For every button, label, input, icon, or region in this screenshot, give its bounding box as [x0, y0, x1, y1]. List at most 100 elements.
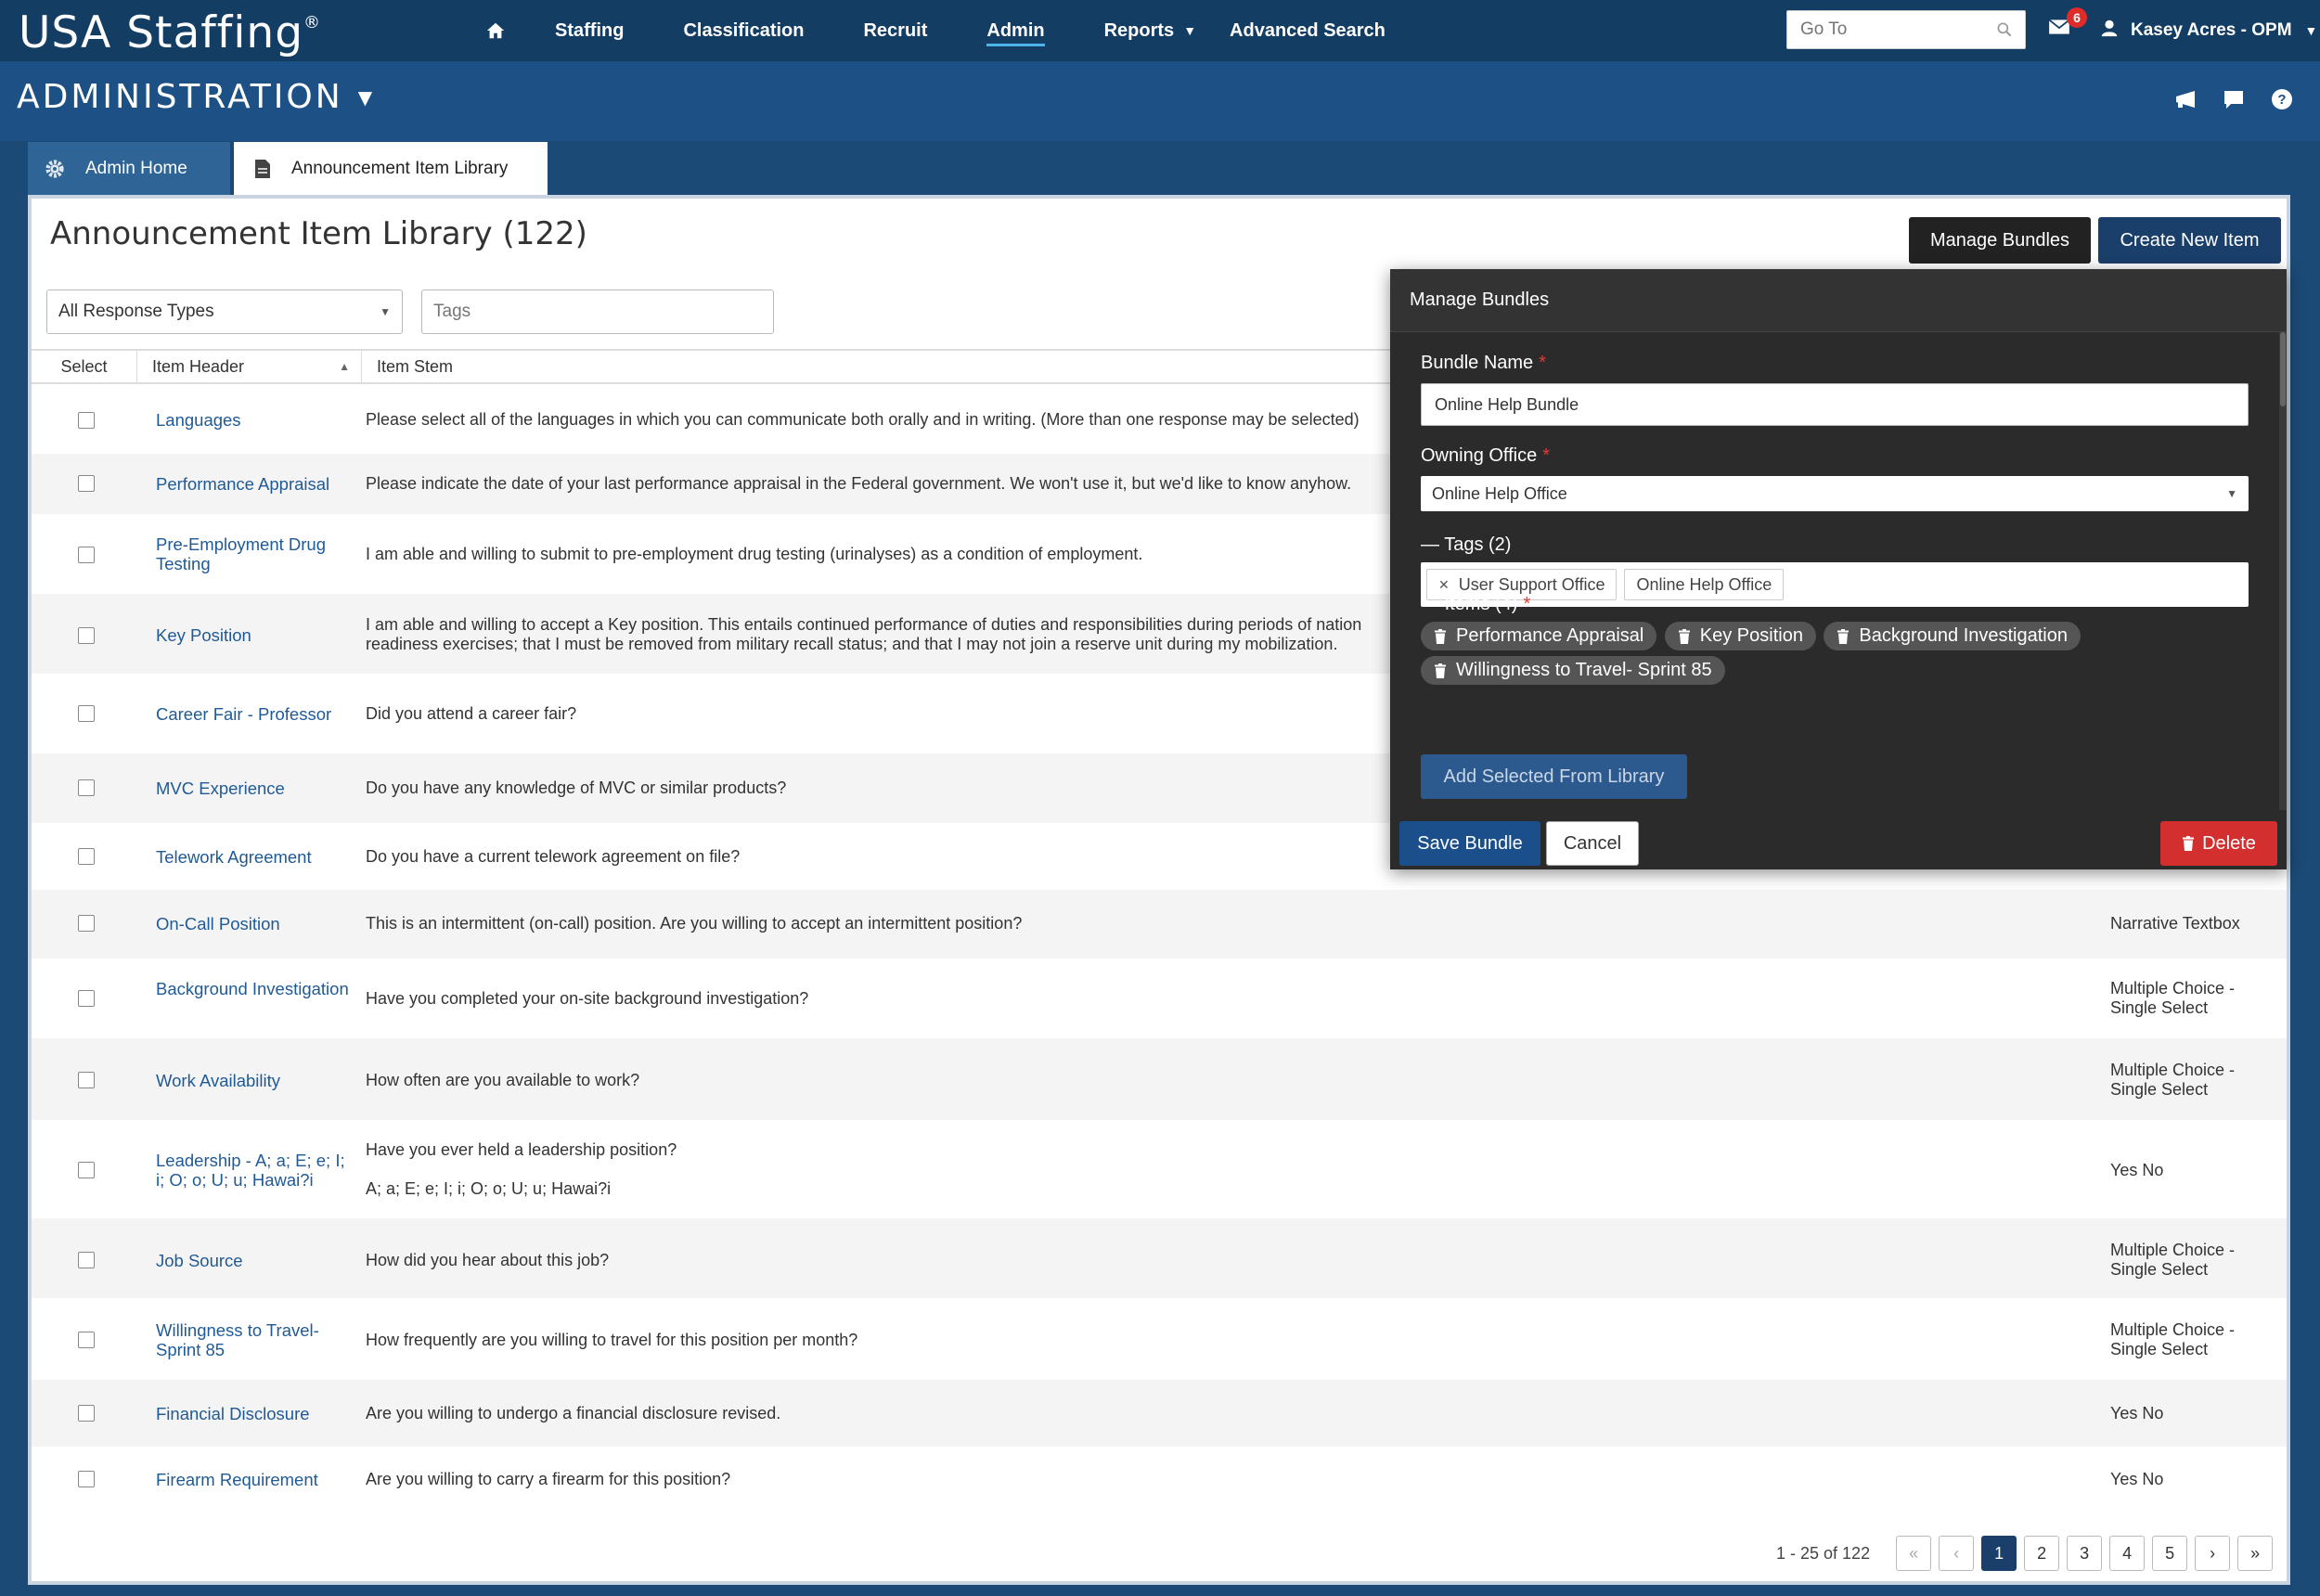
item-header-link[interactable]: Financial Disclosure — [156, 1404, 351, 1423]
nav-staffing[interactable]: Staffing — [555, 0, 624, 61]
item-header-link[interactable]: Work Availability — [156, 1071, 351, 1090]
tab-announcement-item-library[interactable]: Announcement Item Library — [234, 142, 548, 195]
items-toggle[interactable]: — Items (4) * — [1421, 594, 1530, 615]
row-checkbox[interactable] — [78, 1072, 95, 1088]
item-header-link[interactable]: Performance Appraisal — [156, 474, 351, 494]
response-type: Multiple Choice - Single Select — [2110, 979, 2236, 1017]
manage-bundles-button[interactable]: Manage Bundles — [1909, 217, 2091, 264]
goto-search[interactable] — [1786, 10, 2026, 49]
item-header-link[interactable]: Leadership - A; a; E; e; I; i; O; o; U; … — [156, 1151, 351, 1190]
chevron-down-icon: ▼ — [357, 85, 376, 109]
search-icon[interactable] — [1995, 20, 2014, 45]
first-page-button[interactable]: « — [1896, 1536, 1932, 1571]
prev-page-button[interactable]: ‹ — [1939, 1536, 1975, 1571]
response-type: Multiple Choice - Single Select — [2110, 1241, 2236, 1279]
row-checkbox[interactable] — [78, 412, 95, 429]
trash-icon[interactable] — [1837, 628, 1850, 644]
pagination-info: 1 - 25 of 122 — [1776, 1543, 1871, 1563]
trash-icon — [2182, 836, 2195, 851]
row-checkbox[interactable] — [78, 1332, 95, 1348]
sort-icon[interactable]: ▲ — [339, 360, 350, 373]
item-header-link[interactable]: Languages — [156, 410, 351, 430]
bundle-name-input[interactable] — [1421, 383, 2249, 426]
home-icon[interactable] — [483, 18, 509, 44]
delete-button[interactable]: Delete — [2160, 821, 2277, 866]
announcement-icon[interactable] — [2173, 87, 2198, 111]
usa-staffing-logo[interactable]: USA Staffing® — [19, 7, 321, 58]
item-header-link[interactable]: Willingness to Travel- Sprint 85 — [156, 1320, 351, 1359]
item-header-link[interactable]: MVC Experience — [156, 779, 351, 798]
response-type: Yes No — [2110, 1470, 2164, 1488]
bundle-tags-input[interactable]: ✕ User Support Office Online Help Office — [1421, 562, 2249, 607]
trash-icon[interactable] — [1434, 663, 1447, 678]
add-selected-from-library-button[interactable]: Add Selected From Library — [1421, 754, 1687, 799]
response-type: Narrative Textbox — [2110, 914, 2240, 933]
page-5-button[interactable]: 5 — [2152, 1536, 2188, 1571]
item-header-link[interactable]: Key Position — [156, 625, 351, 645]
item-header-link[interactable]: On-Call Position — [156, 914, 351, 933]
item-stem: Have you completed your on-site backgrou… — [366, 989, 809, 1008]
row-checkbox[interactable] — [78, 547, 95, 563]
last-page-button[interactable]: » — [2237, 1536, 2274, 1571]
item-header-link[interactable]: Pre-Employment Drug Testing — [156, 534, 351, 573]
goto-input[interactable] — [1800, 19, 1986, 40]
nav-advanced-search[interactable]: Advanced Search — [1230, 0, 1386, 61]
nav-reports[interactable]: Reports ▼ — [1104, 0, 1196, 61]
row-checkbox[interactable] — [78, 848, 95, 865]
svg-text:?: ? — [2277, 92, 2286, 108]
create-new-item-button[interactable]: Create New Item — [2098, 217, 2281, 264]
column-item-header[interactable]: Item Header ▲ — [137, 351, 362, 382]
page-1-button[interactable]: 1 — [1981, 1536, 2017, 1571]
page-4-button[interactable]: 4 — [2109, 1536, 2146, 1571]
item-header-link[interactable]: Career Fair - Professor — [156, 704, 351, 724]
trash-icon[interactable] — [1678, 628, 1691, 644]
table-row: Work Availability How often are you avai… — [32, 1038, 2287, 1120]
collapse-icon: — — [1421, 534, 1439, 555]
nav-recruit[interactable]: Recruit — [863, 0, 927, 61]
user-menu[interactable]: Kasey Acres - OPM ▼ — [2099, 0, 2317, 61]
trash-icon[interactable] — [1434, 628, 1447, 644]
page-3-button[interactable]: 3 — [2067, 1536, 2103, 1571]
nav-admin[interactable]: Admin — [986, 0, 1045, 61]
dialog-scrollbar[interactable] — [2279, 332, 2287, 810]
item-stem: Please select all of the languages in wh… — [366, 410, 1360, 429]
owning-office-select[interactable]: Online Help Office ▼ — [1421, 476, 2249, 511]
item-stem: This is an intermittent (on-call) positi… — [366, 914, 1023, 933]
feedback-icon[interactable] — [2222, 87, 2246, 111]
owning-office-label: Owning Office * — [1421, 445, 1551, 466]
row-checkbox[interactable] — [78, 1162, 95, 1178]
row-checkbox[interactable] — [78, 627, 95, 644]
item-header-link[interactable]: Background Investigation — [156, 979, 351, 998]
item-header-link[interactable]: Telework Agreement — [156, 847, 351, 867]
document-icon — [254, 159, 271, 179]
response-type: Multiple Choice - Single Select — [2110, 1061, 2236, 1099]
nav-classification[interactable]: Classification — [683, 0, 804, 61]
bundle-name-label: Bundle Name * — [1421, 353, 1546, 373]
item-stem: Have you ever held a leadership position… — [366, 1140, 677, 1159]
tags-toggle[interactable]: — Tags (2) — [1421, 534, 1511, 556]
row-checkbox[interactable] — [78, 705, 95, 722]
item-header-link[interactable]: Firearm Requirement — [156, 1470, 351, 1489]
cancel-button[interactable]: Cancel — [1546, 821, 1639, 866]
bundle-item-chip: Background Investigation — [1824, 622, 2081, 650]
module-title[interactable]: ADMINISTRATION ▼ — [17, 78, 375, 116]
row-checkbox[interactable] — [78, 779, 95, 796]
help-icon[interactable]: ? — [2270, 87, 2294, 111]
row-checkbox[interactable] — [78, 1405, 95, 1422]
chevron-down-icon: ▼ — [1183, 23, 1197, 38]
next-page-button[interactable]: › — [2195, 1536, 2231, 1571]
item-stem-line2: readiness exercises; that I must be remo… — [366, 635, 1338, 653]
item-header-link[interactable]: Job Source — [156, 1251, 351, 1270]
response-type-select[interactable]: All Response Types ▼ — [46, 290, 403, 334]
row-checkbox[interactable] — [78, 990, 95, 1007]
save-bundle-button[interactable]: Save Bundle — [1399, 821, 1540, 866]
row-checkbox[interactable] — [78, 915, 95, 932]
row-checkbox[interactable] — [78, 1471, 95, 1487]
table-row: Financial Disclosure Are you willing to … — [32, 1380, 2287, 1447]
row-checkbox[interactable] — [78, 1252, 95, 1268]
page-2-button[interactable]: 2 — [2024, 1536, 2060, 1571]
row-checkbox[interactable] — [78, 475, 95, 492]
tags-filter-input[interactable] — [421, 290, 774, 334]
remove-tag-icon[interactable]: ✕ — [1438, 577, 1450, 593]
tab-admin-home[interactable]: Admin Home — [28, 142, 230, 195]
